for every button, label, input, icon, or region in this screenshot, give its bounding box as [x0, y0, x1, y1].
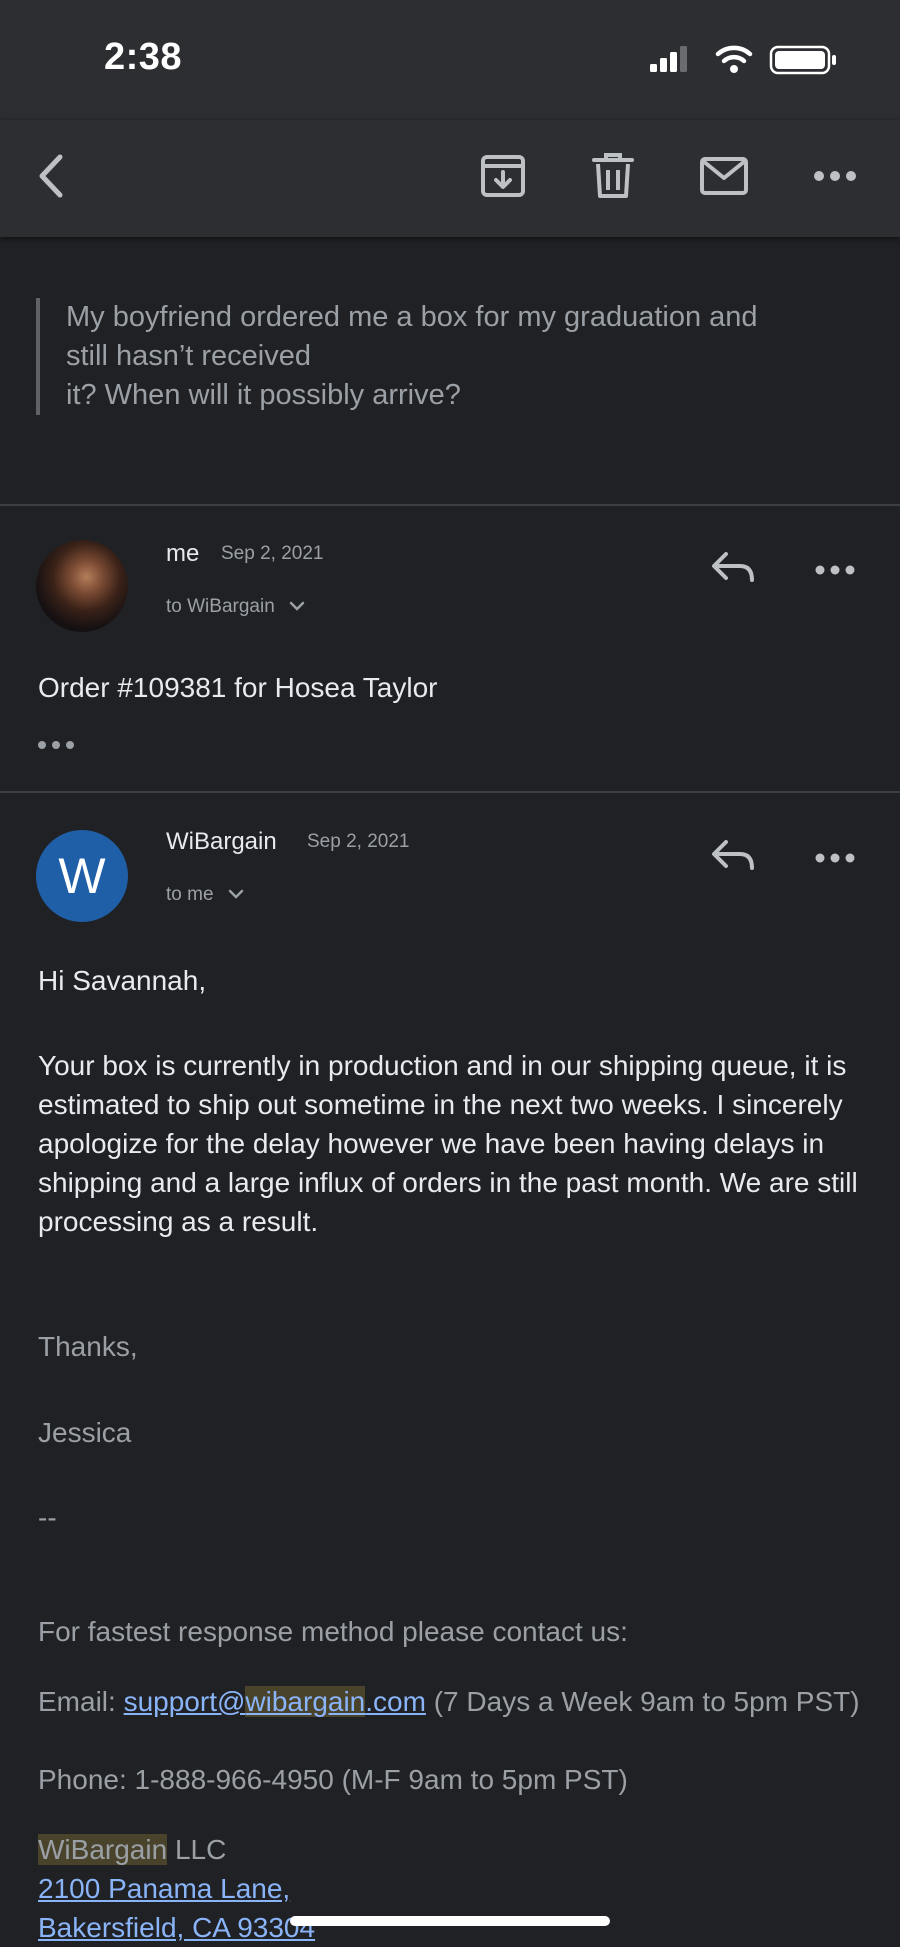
- address-link[interactable]: Bakersfield, CA 93304: [38, 1912, 315, 1943]
- status-icons: [650, 44, 840, 75]
- reply-button[interactable]: [710, 548, 760, 592]
- trash-icon: [592, 153, 634, 198]
- mail-icon: [700, 157, 748, 195]
- address-line-1[interactable]: 2100 Panama Lane,: [38, 1869, 868, 1908]
- avatar: [36, 540, 128, 632]
- phone-line: Phone: 1-888-966-4950 (M-F 9am to 5pm PS…: [38, 1764, 628, 1795]
- recipient-details[interactable]: to WiBargain: [166, 596, 306, 618]
- address-link[interactable]: 2100 Panama Lane,: [38, 1873, 290, 1904]
- chevron-down-icon: [228, 889, 244, 899]
- archive-icon: [481, 155, 525, 197]
- message-more-button[interactable]: [810, 548, 860, 592]
- recipient-label: to me: [166, 884, 214, 905]
- signature-separator: --: [38, 1502, 57, 1533]
- company-name: WiBargain: [38, 1834, 168, 1865]
- chevron-down-icon: [289, 601, 305, 611]
- signal-icon: [650, 46, 687, 72]
- more-icon: [814, 171, 856, 181]
- avatar: W: [36, 830, 128, 922]
- back-button[interactable]: [22, 146, 82, 206]
- company-suffix: LLC: [167, 1834, 227, 1865]
- contact-intro: For fastest response method please conta…: [38, 1616, 628, 1647]
- message-date: Sep 2, 2021: [221, 543, 324, 564]
- more-icon: [815, 853, 855, 863]
- greeting: Hi Savannah,: [38, 965, 207, 996]
- mark-unread-button[interactable]: [694, 146, 754, 206]
- address-line-2[interactable]: Bakersfield, CA 93304: [38, 1908, 868, 1947]
- home-indicator: [290, 1916, 610, 1926]
- recipient-label: to WiBargain: [166, 596, 275, 617]
- signature-name: Jessica: [38, 1417, 132, 1448]
- status-bar: 2:38: [0, 0, 900, 120]
- more-icon: [815, 565, 855, 575]
- delete-button[interactable]: [583, 146, 643, 206]
- email-link[interactable]: support@wibargain.com: [124, 1686, 426, 1717]
- recipient-details[interactable]: to me: [166, 884, 245, 906]
- email-domain: wibargain: [245, 1686, 366, 1717]
- sender-name: me: [166, 540, 200, 567]
- more-options-button[interactable]: [805, 146, 865, 206]
- company-line: WiBargain LLC: [38, 1830, 868, 1869]
- message-divider: [0, 791, 900, 793]
- closing: Thanks,: [38, 1331, 138, 1362]
- wifi-icon: [715, 45, 753, 73]
- email-prefix: support@: [123, 1686, 246, 1717]
- email-suffix: .com: [365, 1686, 426, 1717]
- message-divider: [0, 504, 900, 506]
- message-body: Your box is currently in production and …: [38, 1050, 858, 1237]
- message-more-button[interactable]: [810, 836, 860, 880]
- message-snippet: Order #109381 for Hosea Taylor: [38, 672, 438, 703]
- email-label: Email:: [38, 1686, 124, 1717]
- sender-name: WiBargain: [166, 828, 277, 855]
- email-hours: (7 Days a Week 9am to 5pm PST): [425, 1686, 860, 1717]
- reply-icon: [712, 840, 754, 870]
- reply-button[interactable]: [710, 836, 760, 880]
- email-line: Email: support@wibargain.com (7 Days a W…: [38, 1682, 868, 1721]
- status-time: 2:38: [104, 36, 183, 78]
- ellipsis-icon: [38, 741, 74, 749]
- back-icon: [39, 154, 63, 198]
- top-toolbar: [0, 120, 900, 237]
- reply-icon: [712, 552, 754, 582]
- show-trimmed-content-button[interactable]: [36, 738, 76, 756]
- archive-button[interactable]: [473, 146, 533, 206]
- battery-icon: [769, 45, 836, 75]
- quoted-message: My boyfriend ordered me a box for my gra…: [36, 298, 886, 415]
- message-date: Sep 2, 2021: [307, 831, 410, 852]
